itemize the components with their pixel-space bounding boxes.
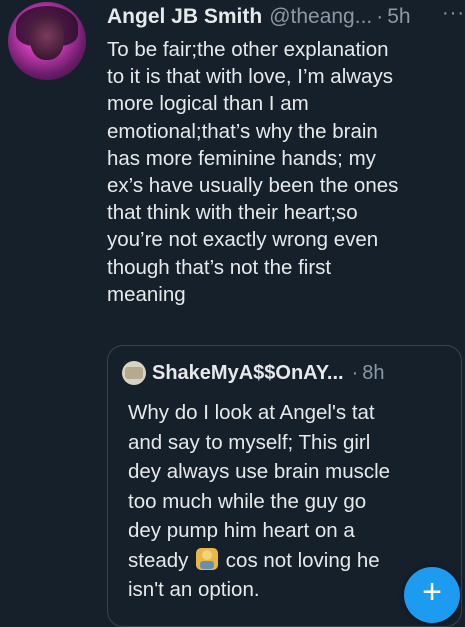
tweet-timestamp[interactable]: 5h [387, 5, 410, 29]
author-avatar[interactable] [8, 2, 86, 80]
author-handle[interactable]: @theang... [269, 5, 372, 29]
separator-dot: · [376, 5, 384, 28]
tweet-text-line: meaning [107, 282, 186, 306]
compose-tweet-button[interactable]: + [404, 567, 460, 623]
quoted-text-line: too much while the guy go [128, 489, 367, 513]
tweet[interactable]: Angel JB Smith @theang... · 5h ··· To be… [0, 0, 465, 627]
author-name[interactable]: Angel JB Smith [107, 5, 262, 29]
quoted-text-line: dey pump him heart on a [128, 519, 355, 542]
tweet-text-line: has more feminine hands; my [107, 146, 376, 170]
tweet-header: Angel JB Smith @theang... · 5h [107, 0, 459, 34]
tweet-text-line: ex’s have usually been the ones [107, 174, 399, 198]
quoted-text-line: steady [128, 548, 195, 572]
quoted-tweet-text: Why do I look at Angel's tat and say to … [128, 398, 453, 605]
tweet-text-line: that think with their heart;so [107, 201, 358, 225]
quoted-text-line: isn't an option. [128, 578, 260, 601]
person-shrugging-icon [196, 547, 219, 570]
tweet-text-line: more logical than I am [107, 92, 309, 116]
quoted-author-avatar[interactable] [122, 361, 146, 385]
avatar-face [30, 16, 64, 60]
quoted-tweet-header: ShakeMyA$$OnAY... · 8h [122, 358, 451, 388]
tweet-text: To be fair;the other explanation to it i… [107, 36, 457, 308]
separator-dot: · [351, 361, 359, 384]
tweet-text-line: emotional;that’s why the brain [107, 119, 378, 143]
tweet-text-line: you’re not exactly wrong even [107, 228, 379, 252]
tweet-text-line: To be fair;the other explanation [107, 38, 389, 61]
quoted-text-line: cos not loving he [220, 548, 380, 572]
more-options-icon[interactable]: ··· [442, 2, 465, 25]
quoted-author-name[interactable]: ShakeMyA$$OnAY... [152, 362, 344, 385]
tweet-text-line: to it is that with love, I’m always [107, 65, 393, 89]
quoted-text-line: Why do I look at Angel's tat [128, 401, 375, 424]
quoted-timestamp[interactable]: 8h [362, 362, 384, 385]
quoted-text-line: and say to myself; This girl [128, 430, 371, 454]
tweet-text-line: though that’s not the first [107, 255, 332, 279]
quoted-text-line: dey always use brain muscle [128, 460, 391, 483]
